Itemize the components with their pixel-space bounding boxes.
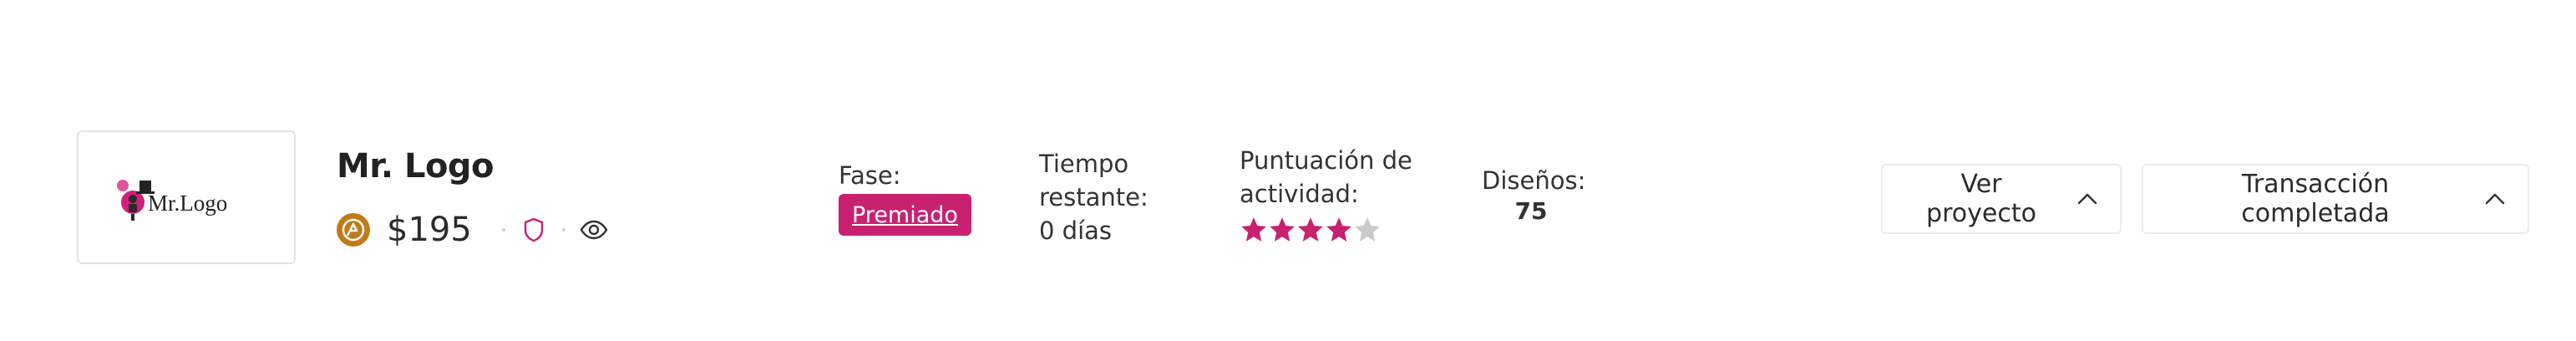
project-title[interactable]: Mr. Logo xyxy=(337,147,494,186)
svg-text:Mr.Logo: Mr.Logo xyxy=(148,191,227,216)
star-filled-icon xyxy=(1241,217,1266,242)
time-left-value: 0 días xyxy=(1039,216,1113,245)
phase-label: Fase: xyxy=(839,161,901,190)
designs-count: 75 xyxy=(1514,197,1548,225)
designs-label: Diseños: xyxy=(1482,166,1586,195)
currency-coin-icon xyxy=(337,213,370,247)
star-filled-icon xyxy=(1326,217,1351,242)
star-filled-icon xyxy=(1270,217,1295,242)
mr-logo-image: Mr.Logo xyxy=(117,180,227,221)
eye-icon[interactable] xyxy=(579,215,609,245)
transaction-status-button[interactable]: Transacción completada xyxy=(2142,164,2529,234)
project-logo-thumbnail[interactable]: Mr.Logo xyxy=(77,130,296,264)
shield-icon[interactable] xyxy=(519,215,549,245)
chevron-up-icon xyxy=(2077,188,2098,210)
view-project-button[interactable]: Ver proyecto xyxy=(1881,164,2122,234)
activity-rating xyxy=(1240,216,1382,244)
star-filled-icon xyxy=(1298,217,1323,242)
project-card: Mr.Logo Mr. Logo $195 Fase: Premiado Tie… xyxy=(0,0,2576,341)
transaction-status-label: Transacción completada xyxy=(2241,170,2390,228)
separator-dot xyxy=(561,228,565,232)
chevron-up-icon xyxy=(2484,188,2506,210)
activity-label: Puntuación de actividad: xyxy=(1240,146,1412,208)
view-project-label: Ver proyecto xyxy=(1926,170,2036,228)
time-left-block: Tiempo restante: 0 días xyxy=(1039,147,1173,247)
separator-dot xyxy=(501,228,505,232)
star-empty-icon xyxy=(1355,217,1380,242)
project-price: $195 xyxy=(387,211,472,249)
time-left-label: Tiempo restante: xyxy=(1039,150,1149,211)
phase-badge[interactable]: Premiado xyxy=(839,194,971,236)
project-meta: $195 xyxy=(337,209,609,251)
